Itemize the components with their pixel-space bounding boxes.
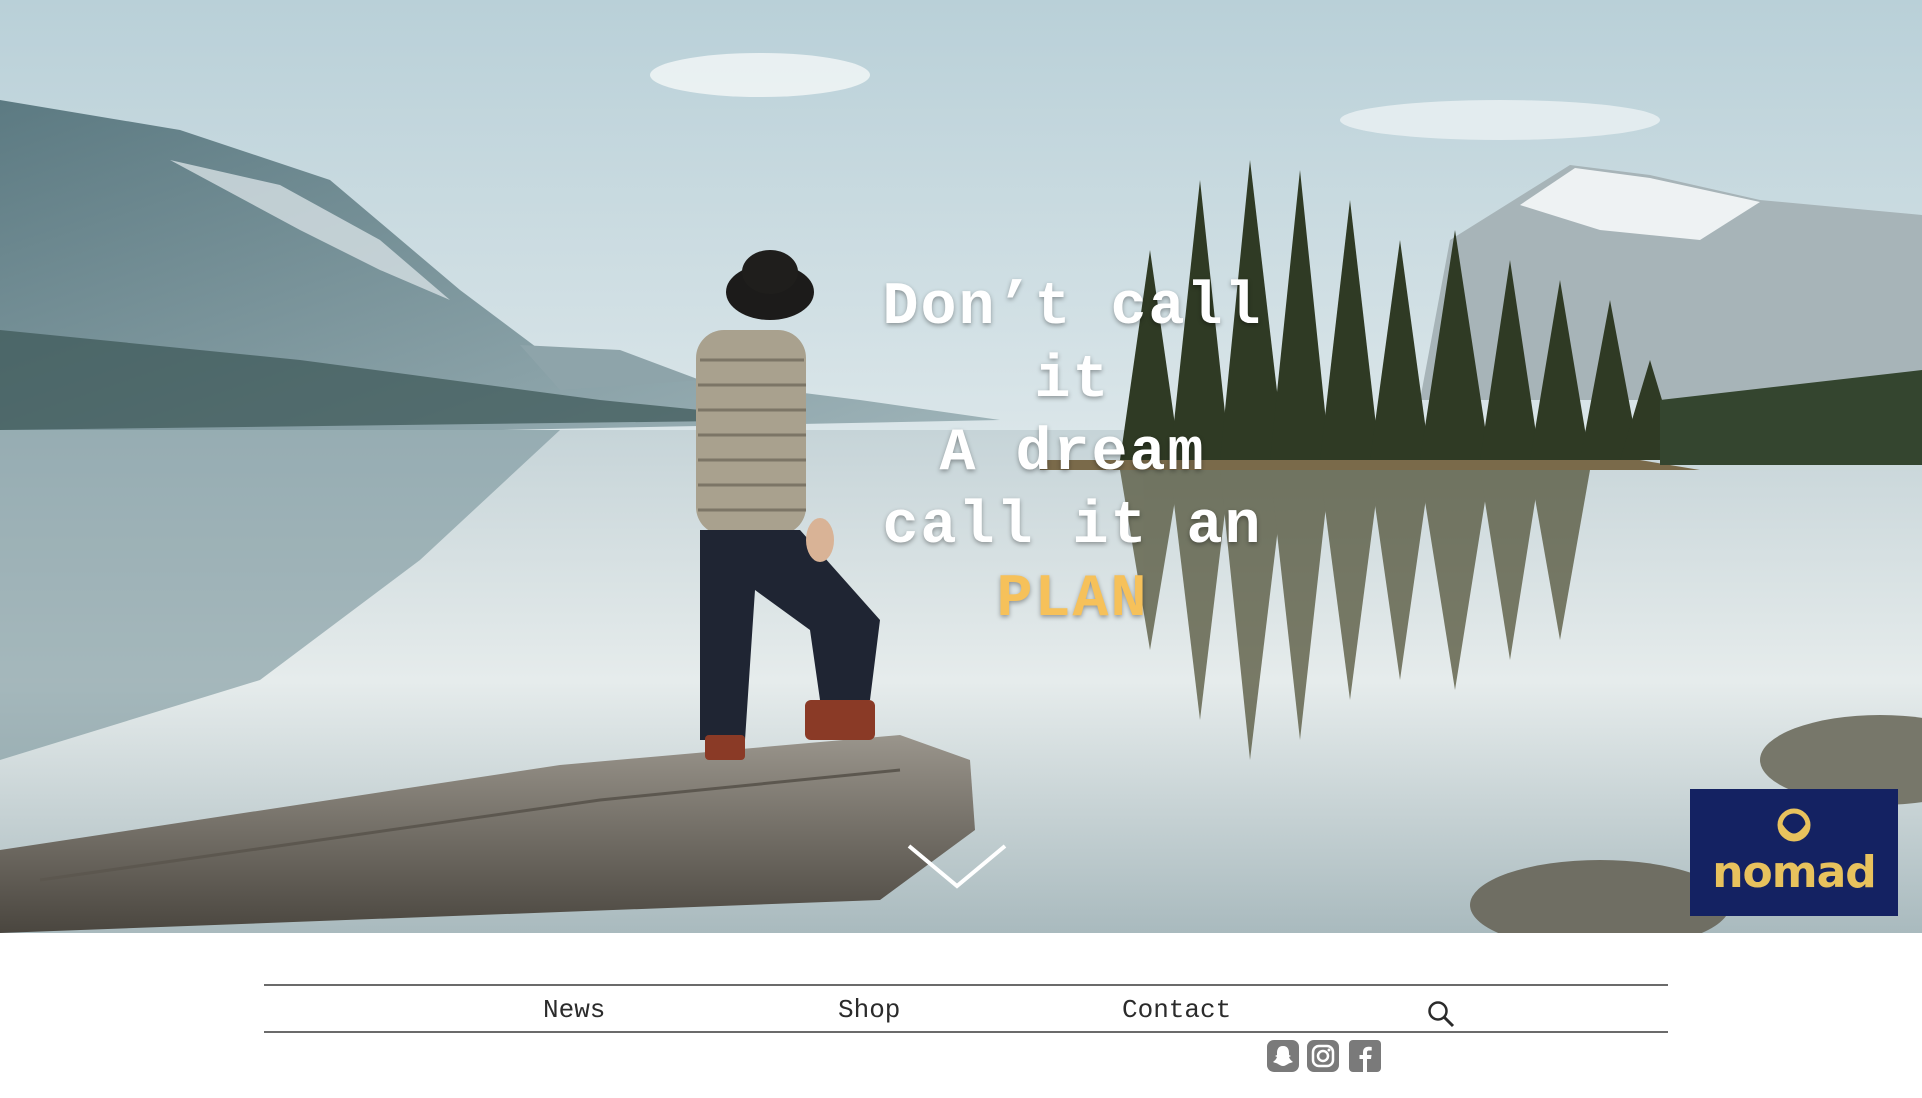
nav-divider-top <box>264 984 1668 986</box>
headline-line-2: it <box>1034 347 1111 416</box>
search-icon[interactable] <box>1425 998 1457 1030</box>
nav-item-contact[interactable]: Contact <box>1122 995 1231 1025</box>
nav-item-news[interactable]: News <box>543 995 605 1025</box>
logo-wordmark: nomad <box>1712 847 1877 898</box>
headline-line-1: Don’t call <box>882 274 1263 343</box>
brand-logo[interactable]: nomad <box>1690 789 1898 916</box>
nav-item-shop[interactable]: Shop <box>838 995 900 1025</box>
facebook-icon[interactable] <box>1349 1040 1381 1072</box>
snapchat-icon[interactable] <box>1267 1040 1299 1072</box>
nav-divider-bottom <box>264 1031 1668 1033</box>
instagram-icon[interactable] <box>1307 1040 1339 1072</box>
hero-banner: Don’t call it A dream call it an PLAN no… <box>0 0 1922 933</box>
headline-line-4: call it an <box>882 493 1263 562</box>
headline-line-3: A dream <box>939 420 1206 489</box>
hero-headline: Don’t call it A dream call it an PLAN <box>855 272 1290 637</box>
headline-highlight: PLAN <box>996 566 1149 635</box>
chevron-down-icon[interactable] <box>907 842 1007 892</box>
